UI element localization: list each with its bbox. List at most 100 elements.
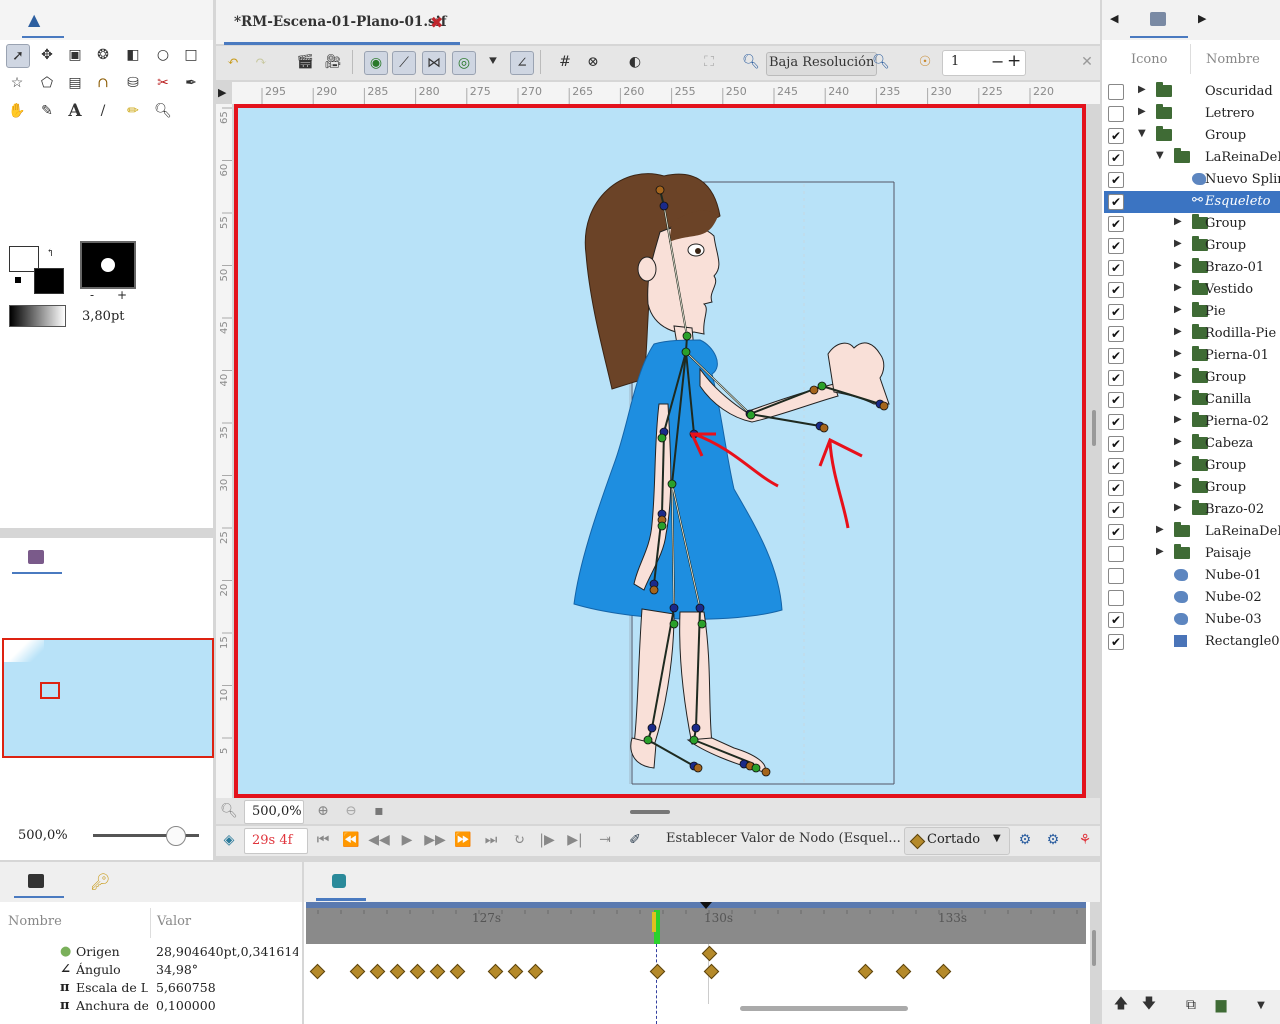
- expander-closed-icon[interactable]: ▶: [1156, 546, 1164, 557]
- time-ruler[interactable]: 127s 130s 133s: [306, 902, 1086, 944]
- param-row[interactable]: ∠ Ángulo 34,98°: [0, 962, 300, 980]
- fill-color-swatch[interactable]: [34, 268, 64, 294]
- render-icon[interactable]: 🎬︎: [294, 51, 316, 73]
- waypoint-keyframe[interactable]: [309, 963, 326, 980]
- bone-handle[interactable]: [751, 763, 761, 773]
- tab-scroll-left-icon[interactable]: ◀: [1110, 12, 1118, 25]
- seek-end-icon[interactable]: ⏭: [480, 829, 502, 851]
- low-resolution-toggle[interactable]: Baja Resolución: [766, 52, 878, 76]
- show-vertex-handles-icon[interactable]: ⟋: [392, 51, 416, 75]
- bone-handle[interactable]: [746, 410, 756, 420]
- waypoint-keyframe[interactable]: [507, 963, 524, 980]
- zoom-in-res-icon[interactable]: 🔍︎: [870, 51, 892, 73]
- layer-visibility-checkbox[interactable]: ✔: [1108, 370, 1124, 386]
- eyedrop-tool-icon[interactable]: ✋: [6, 100, 28, 122]
- polygon-tool-icon[interactable]: ⬠: [36, 72, 58, 94]
- frame-increment-button[interactable]: +: [1007, 51, 1021, 71]
- layer-visibility-checkbox[interactable]: ✔: [1108, 392, 1124, 408]
- layer-row[interactable]: ▶ Oscuridad: [1104, 81, 1280, 103]
- brush-tool-icon[interactable]: ✏: [122, 100, 144, 122]
- close-canvas-icon[interactable]: ✕: [1076, 51, 1098, 73]
- layer-row[interactable]: ✔ ▶ Brazo-01: [1104, 257, 1280, 279]
- bone-handle[interactable]: [682, 331, 692, 341]
- text-tool-icon[interactable]: A: [64, 100, 86, 122]
- layer-row[interactable]: Nube-02: [1104, 587, 1280, 609]
- animation-mode-icon[interactable]: ◈: [218, 829, 240, 851]
- expander-closed-icon[interactable]: ▶: [1174, 326, 1182, 337]
- waypoint-keyframe[interactable]: [895, 963, 912, 980]
- navigator-tab-icon[interactable]: [28, 550, 44, 564]
- expander-open-icon[interactable]: ▼: [1138, 128, 1146, 139]
- navigator-thumbnail[interactable]: [2, 638, 214, 758]
- past-onion-icon[interactable]: ☉: [914, 51, 936, 73]
- layer-row[interactable]: ✔ ▶ LaReinaDeM: [1104, 521, 1280, 543]
- waypoint-keyframe[interactable]: [649, 963, 666, 980]
- show-angle-handles-icon[interactable]: ∠: [510, 51, 534, 75]
- waypoint-keyframe[interactable]: [701, 945, 718, 962]
- close-tab-icon[interactable]: ✖: [430, 13, 443, 32]
- layer-visibility-checkbox[interactable]: ✔: [1108, 436, 1124, 452]
- document-tab[interactable]: *RM-Escena-01-Plano-01.sif ✖: [224, 8, 460, 45]
- spline-tool-icon[interactable]: ∩: [92, 72, 114, 94]
- expander-closed-icon[interactable]: ▶: [1174, 348, 1182, 359]
- layer-row[interactable]: ✔ ▶ Rodilla-Pie: [1104, 323, 1280, 345]
- bone-handle[interactable]: [695, 603, 705, 613]
- draw-tool-icon[interactable]: ✎: [36, 100, 58, 122]
- layer-visibility-checkbox[interactable]: ✔: [1108, 414, 1124, 430]
- zoom-in-icon[interactable]: ⊕: [312, 800, 334, 822]
- layer-row[interactable]: ▶ Letrero: [1104, 103, 1280, 125]
- bone-handle[interactable]: [655, 185, 665, 195]
- play-icon[interactable]: ▶: [396, 829, 418, 851]
- duplicate-layer-icon[interactable]: ⧉: [1180, 994, 1202, 1016]
- layer-row[interactable]: ✔ ▶ Group: [1104, 367, 1280, 389]
- tab-scroll-right-icon[interactable]: ▶: [1198, 12, 1206, 25]
- layer-visibility-checkbox[interactable]: ✔: [1108, 194, 1124, 210]
- layer-visibility-checkbox[interactable]: ✔: [1108, 348, 1124, 364]
- layer-row[interactable]: ✔ ▶ Pierna-02: [1104, 411, 1280, 433]
- group-layer-icon[interactable]: ▆: [1210, 994, 1232, 1016]
- default-gradient-swatch[interactable]: [9, 305, 66, 327]
- next-keyframe-icon[interactable]: ⏩: [452, 829, 474, 851]
- waypoint-keyframe[interactable]: [487, 963, 504, 980]
- zoom-out-icon[interactable]: ⊖: [340, 800, 362, 822]
- expander-closed-icon[interactable]: ▶: [1174, 238, 1182, 249]
- expander-closed-icon[interactable]: ▶: [1174, 480, 1182, 491]
- more-options-icon[interactable]: ▼: [1250, 994, 1272, 1016]
- bounds-end-icon[interactable]: ▶|: [564, 829, 586, 851]
- timetrack-tab-icon[interactable]: [332, 874, 346, 888]
- layer-row[interactable]: ✔ Nuevo Splir: [1104, 169, 1280, 191]
- layer-visibility-checkbox[interactable]: ✔: [1108, 260, 1124, 276]
- layer-row[interactable]: ✔ ⚯ Esqueleto: [1104, 191, 1280, 213]
- waypoint-keyframe[interactable]: [429, 963, 446, 980]
- expander-closed-icon[interactable]: ▶: [1174, 502, 1182, 513]
- layer-row[interactable]: ✔ ▶ Group: [1104, 213, 1280, 235]
- cutout-tool-icon[interactable]: ✂: [152, 72, 174, 94]
- layer-row[interactable]: ✔ Rectangle09: [1104, 631, 1280, 653]
- bone-handle[interactable]: [819, 423, 829, 433]
- expander-closed-icon[interactable]: ▶: [1174, 304, 1182, 315]
- layer-row[interactable]: ✔ Nube-03: [1104, 609, 1280, 631]
- timetrack-vscroll[interactable]: [1092, 930, 1096, 966]
- bone-handle[interactable]: [649, 585, 659, 595]
- layer-row[interactable]: ✔ ▶ Canilla: [1104, 389, 1280, 411]
- lower-layer-icon[interactable]: 🡇: [1138, 994, 1160, 1016]
- layer-visibility-checkbox[interactable]: ✔: [1108, 524, 1124, 540]
- layer-visibility-checkbox[interactable]: ✔: [1108, 326, 1124, 342]
- snap-grid-icon[interactable]: ⊗: [582, 51, 604, 73]
- seek-begin-icon[interactable]: ⏮: [312, 829, 334, 851]
- param-value[interactable]: 0,100000: [156, 998, 298, 1013]
- bone-handle[interactable]: [667, 479, 677, 489]
- param-row[interactable]: π Anchura del l 0,100000: [0, 998, 300, 1016]
- navigator-viewport-box[interactable]: [40, 682, 60, 699]
- playhead-arrow-icon[interactable]: [700, 902, 712, 909]
- param-row[interactable]: π Escala de Lo 5,660758: [0, 980, 300, 998]
- expander-closed-icon[interactable]: ▶: [1174, 414, 1182, 425]
- circle-tool-icon[interactable]: ○: [152, 44, 174, 66]
- layer-visibility-checkbox[interactable]: ✔: [1108, 282, 1124, 298]
- bone-handle[interactable]: [879, 401, 889, 411]
- layer-row[interactable]: ✔ ▼ Group: [1104, 125, 1280, 147]
- guides-icon[interactable]: ⛶: [698, 51, 720, 73]
- param-row[interactable]: ● Origen 28,904640pt,0,341614pt: [0, 944, 300, 962]
- brush-size-value[interactable]: 3,80pt: [82, 309, 125, 324]
- expander-closed-icon[interactable]: ▶: [1174, 436, 1182, 447]
